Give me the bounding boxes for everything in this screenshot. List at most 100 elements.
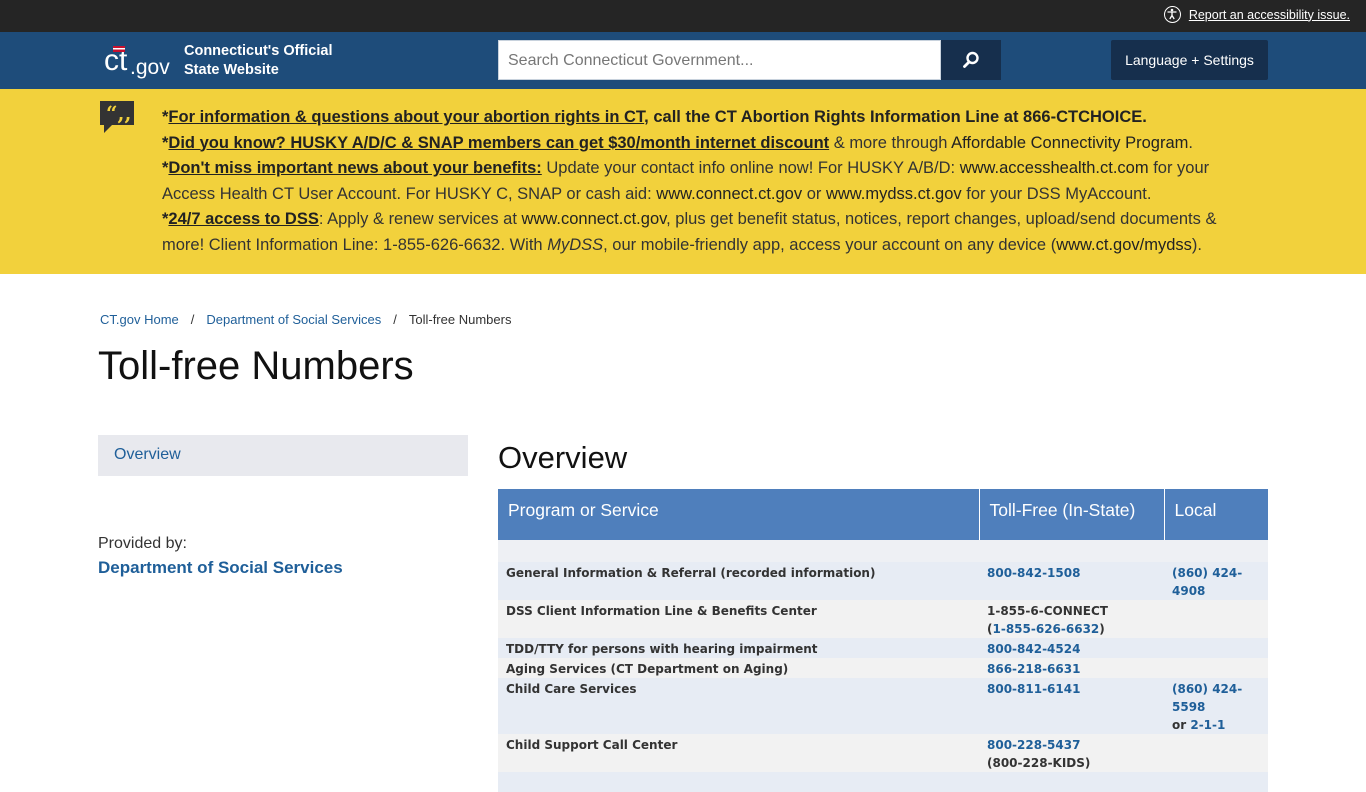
local-cell — [1164, 638, 1268, 658]
tollfree-cell: 800-842-1508 — [979, 562, 1164, 600]
svg-text:“,,: “,, — [106, 101, 131, 125]
table-row: Child Care Services 800-811-6141 (860) 4… — [498, 678, 1268, 734]
connect-ct-link[interactable]: www.connect.ct.gov — [656, 185, 802, 203]
breadcrumb-separator: / — [393, 312, 397, 327]
local-cell — [1164, 734, 1268, 772]
paren-close: ) — [1099, 622, 1105, 636]
tollfree-phone-link[interactable]: 800-228-5437 — [987, 738, 1080, 752]
access-text4: ). — [1191, 235, 1202, 254]
svg-text:.gov: .gov — [130, 56, 170, 79]
access-text1: : Apply & renew services at — [318, 210, 522, 228]
tollfree-phone-link[interactable]: 866-218-6631 — [987, 662, 1080, 676]
ct-gov-logo[interactable]: ct .gov — [104, 42, 172, 80]
program-cell: Child Care Services — [498, 678, 979, 734]
local-cell: (860) 424-4908 — [1164, 562, 1268, 600]
alert-line-benefits: *Don't miss important news about your be… — [162, 159, 1210, 203]
local-phone-link[interactable]: (860) 424-4908 — [1172, 566, 1242, 598]
table-row: DSS Client Information Line & Benefits C… — [498, 600, 1268, 638]
local-cell: (860) 424-5598 or 2-1-1 — [1164, 678, 1268, 734]
accessibility-link-label: Report an accessibility issue. — [1188, 7, 1350, 22]
affordable-connectivity-link[interactable]: Affordable Connectivity Program — [951, 134, 1188, 152]
provided-by-label: Provided by: — [98, 535, 187, 552]
tollfree-cell: 800-811-6141 — [979, 678, 1164, 734]
breadcrumb-separator: / — [190, 312, 195, 327]
program-cell: Aging Services (CT Department on Aging) — [498, 658, 979, 678]
table-row: Aging Services (CT Department on Aging) … — [498, 658, 1268, 678]
language-settings-label: Language + Settings — [1125, 52, 1254, 68]
sidebar-nav: Overview — [98, 435, 468, 476]
breadcrumb-current: Toll-free Numbers — [408, 312, 512, 327]
internet-discount-link[interactable]: Did you know? HUSKY A/D/C & SNAP members… — [168, 134, 829, 152]
sidebar-item-overview[interactable]: Overview — [114, 446, 181, 464]
local-or: or — [1172, 718, 1191, 732]
program-cell: TDD/TTY for persons with hearing impairm… — [498, 638, 979, 658]
abortion-rights-link[interactable]: For information & questions about your a… — [168, 108, 644, 126]
search-icon — [963, 51, 979, 68]
quote-bubble-icon: “,, — [98, 99, 136, 140]
program-cell: DSS Client Information Line & Benefits C… — [498, 600, 979, 638]
toll-free-table: Program or Service Toll-Free (In-State) … — [498, 489, 1268, 792]
connect-ct-link-2[interactable]: www.connect.ct.gov — [522, 210, 667, 228]
accesshealth-link[interactable]: www.accesshealth.ct.com — [960, 159, 1149, 177]
mydss-link[interactable]: www.mydss.ct.gov — [826, 185, 962, 203]
benefits-text1: Update your contact info online now! For… — [541, 159, 960, 177]
table-row — [498, 772, 1268, 792]
language-settings-button[interactable]: Language + Settings — [1111, 40, 1268, 80]
tollfree-vanity-number: (800-228-KIDS) — [987, 756, 1091, 770]
alert-line-access: *24/7 access to DSS: Apply & renew servi… — [162, 210, 1217, 254]
tollfree-phone-link[interactable]: 800-842-1508 — [987, 566, 1080, 580]
header-program: Program or Service — [498, 489, 980, 540]
utility-bar: Report an accessibility issue. — [0, 0, 1366, 32]
search-placeholder: Search Connecticut Government... — [508, 52, 754, 69]
page-title: Toll-free Numbers — [98, 344, 414, 388]
site-name-line1: Connecticut's Official — [184, 43, 333, 59]
tollfree-cell: 1-855-6-CONNECT (1-855-626-6632) — [979, 600, 1164, 638]
table-header-row: Program or Service Toll-Free (In-State) … — [498, 489, 1268, 540]
tollfree-cell: 800-228-5437 (800-228-KIDS) — [979, 734, 1164, 772]
access-dss-link[interactable]: 24/7 access to DSS — [168, 210, 318, 228]
breadcrumb-dept[interactable]: Department of Social Services — [206, 312, 381, 327]
accessibility-icon — [1163, 6, 1181, 23]
ct-gov-mydss-link[interactable]: www.ct.gov/mydss — [1056, 236, 1192, 254]
site-name-line2: State Website — [184, 62, 279, 78]
abortion-rights-rest: , call the CT Abortion Rights Informatio… — [644, 108, 1147, 126]
alert-text: *For information & questions about your … — [162, 105, 1242, 258]
tollfree-cell: 866-218-6631 — [979, 658, 1164, 678]
tollfree-cell: 800-842-4524 — [979, 638, 1164, 658]
alert-line-abortion: *For information & questions about your … — [162, 108, 1147, 126]
alert-line-internet: *Did you know? HUSKY A/D/C & SNAP member… — [162, 133, 1193, 152]
benefits-text3: or — [802, 184, 826, 203]
site-name: Connecticut's Official State Website — [184, 42, 332, 80]
search-button[interactable] — [941, 40, 1001, 80]
mydss-app-name: MyDSS — [547, 235, 604, 254]
program-cell: General Information & Referral (recorded… — [498, 562, 979, 600]
tollfree-phone-link[interactable]: 800-842-4524 — [987, 642, 1080, 656]
header-tollfree: Toll-Free (In-State) — [979, 489, 1165, 540]
breadcrumb-home[interactable]: CT.gov Home — [100, 312, 179, 327]
tollfree-phone-link[interactable]: 800-811-6141 — [987, 682, 1080, 696]
table-spacer-row — [498, 540, 1268, 562]
local-cell — [1164, 600, 1268, 638]
benefits-news-link[interactable]: Don't miss important news about your ben… — [168, 159, 541, 177]
alert-banner: “,, *For information & questions about y… — [0, 89, 1366, 274]
local-211-link[interactable]: 2-1-1 — [1190, 718, 1225, 732]
table-row: Child Support Call Center 800-228-5437 (8… — [498, 734, 1268, 772]
benefits-text4: for your DSS MyAccount. — [961, 184, 1152, 203]
breadcrumb: CT.gov Home / Department of Social Servi… — [100, 312, 511, 327]
program-cell: Child Support Call Center — [498, 734, 979, 772]
access-text3: , our mobile-friendly app, access your a… — [603, 235, 1057, 254]
local-cell — [1164, 658, 1268, 678]
tollfree-phone-link[interactable]: 1-855-626-6632 — [992, 622, 1099, 636]
provided-by-agency-link[interactable]: Department of Social Services — [98, 558, 343, 578]
tollfree-vanity-number: 1-855-6-CONNECT — [987, 604, 1108, 618]
accessibility-report-link[interactable]: Report an accessibility issue. — [1163, 6, 1350, 23]
header-local: Local — [1164, 489, 1268, 540]
section-heading: Overview — [498, 440, 628, 475]
internet-discount-end: . — [1188, 133, 1193, 152]
search-input[interactable]: Search Connecticut Government... — [498, 40, 941, 80]
site-header: ct .gov Connecticut's Official State Web… — [0, 32, 1366, 89]
table-row: General Information & Referral (recorded… — [498, 562, 1268, 600]
internet-discount-mid: & more through — [829, 133, 952, 152]
table-row: TDD/TTY for persons with hearing impairm… — [498, 638, 1268, 658]
local-phone-link[interactable]: (860) 424-5598 — [1172, 682, 1242, 714]
